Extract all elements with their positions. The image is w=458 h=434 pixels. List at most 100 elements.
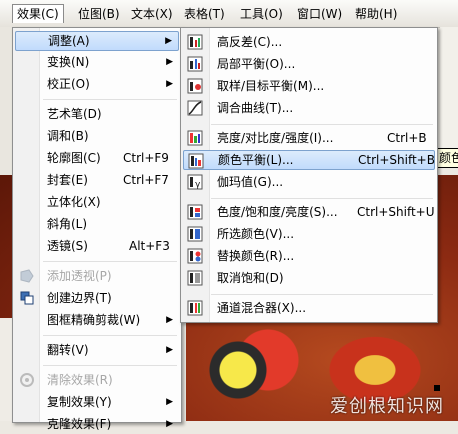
perspective-icon (20, 269, 34, 283)
menu-item-label: 斜角(L) (47, 217, 88, 231)
tone-curve-icon (187, 100, 203, 116)
watermark-text: 爱创根知识网 (330, 396, 444, 417)
menu-item-clone-effect[interactable]: 克隆效果(F) ▶ (15, 414, 179, 434)
shortcut-label: Ctrl+F9 (123, 151, 169, 165)
menu-separator (43, 99, 177, 100)
artwork-graphic (190, 320, 310, 420)
brightness-contrast-icon (187, 130, 203, 146)
submenu-arrow-icon: ▶ (166, 79, 173, 89)
menu-item-label: 调合曲线(T)... (217, 101, 294, 115)
menu-separator (211, 198, 433, 199)
menu-item-label: 取样/目标平衡(M)... (217, 79, 325, 93)
submenu-item-brightness-contrast[interactable]: 亮度/对比度/强度(I)... Ctrl+B (183, 128, 435, 148)
submenu-item-desaturate[interactable]: 取消饱和(D) (183, 268, 435, 288)
menu-item-contour[interactable]: 轮廓图(C) Ctrl+F9 (15, 148, 179, 168)
submenu-arrow-icon: ▶ (166, 315, 173, 325)
menu-effects[interactable]: 效果(C) (12, 4, 64, 23)
menu-text[interactable]: 文本(X) (127, 5, 177, 23)
clear-effect-icon (20, 373, 34, 387)
menu-item-flip[interactable]: 翻转(V) ▶ (15, 340, 179, 360)
menu-item-label: 封套(E) (47, 173, 88, 187)
menu-item-label: 局部平衡(O)... (217, 57, 296, 71)
menu-item-transform[interactable]: 变换(N) ▶ (15, 52, 179, 72)
menu-item-label: 轮廓图(C) (47, 151, 101, 165)
replace-color-icon (187, 248, 203, 264)
submenu-item-channel-mixer[interactable]: 通道混合器(X)... (183, 298, 435, 318)
menu-separator (43, 261, 177, 262)
menu-item-copy-effect[interactable]: 复制效果(Y) ▶ (15, 392, 179, 412)
menu-item-label: 取消饱和(D) (217, 271, 284, 285)
submenu-arrow-icon: ▶ (166, 345, 173, 355)
gamma-icon: γ (187, 174, 203, 190)
submenu-item-tone-curve[interactable]: 调合曲线(T)... (183, 98, 435, 118)
menu-item-label: 克隆效果(F) (47, 417, 112, 431)
menu-item-label: 伽玛值(G)... (217, 175, 284, 189)
high-contrast-icon (187, 34, 203, 50)
menu-item-label: 通道混合器(X)... (217, 301, 307, 315)
menu-item-label: 色度/饱和度/亮度(S)... (217, 205, 338, 219)
submenu-item-local-equalization[interactable]: 局部平衡(O)... (183, 54, 435, 74)
shortcut-label: Ctrl+B (387, 131, 427, 145)
submenu-arrow-icon: ▶ (166, 419, 173, 429)
menu-help[interactable]: 帮助(H) (351, 5, 401, 23)
effects-menu: 调整(A) ▶ 变换(N) ▶ 校正(O) ▶ 艺术笔(D) 调和(B) 轮廓图… (12, 27, 182, 431)
submenu-item-high-contrast[interactable]: 高反差(C)... (183, 32, 435, 52)
menu-item-label: 翻转(V) (47, 343, 89, 357)
submenu-item-gamma[interactable]: γ 伽玛值(G)... (183, 172, 435, 192)
menu-bar: 效果(C) 位图(B) 文本(X) 表格(T) 工具(O) 窗口(W) 帮助(H… (0, 0, 458, 28)
shortcut-label: Alt+F3 (129, 239, 170, 253)
local-equalization-icon (187, 56, 203, 72)
menu-bitmap[interactable]: 位图(B) (74, 5, 124, 23)
submenu-item-selective-color[interactable]: 所选颜色(V)... (183, 224, 435, 244)
submenu-arrow-icon: ▶ (166, 397, 173, 407)
menu-item-blend[interactable]: 调和(B) (15, 126, 179, 146)
submenu-item-color-balance[interactable]: 颜色平衡(L)... Ctrl+Shift+B (183, 150, 435, 170)
menu-item-lens[interactable]: 透镜(S) Alt+F3 (15, 236, 179, 256)
menu-table[interactable]: 表格(T) (180, 5, 229, 23)
menu-item-label: 创建边界(T) (47, 291, 112, 305)
selection-handle[interactable] (434, 385, 440, 391)
submenu-item-sample-target-balance[interactable]: 取样/目标平衡(M)... (183, 76, 435, 96)
menu-item-label: 所选颜色(V)... (217, 227, 295, 241)
channel-mixer-icon (187, 300, 203, 316)
menu-item-label: 高反差(C)... (217, 35, 283, 49)
menu-item-label: 替换颜色(R)... (217, 249, 295, 263)
menu-item-powerclip[interactable]: 图框精确剪裁(W) ▶ (15, 310, 179, 330)
menu-item-artistic-media[interactable]: 艺术笔(D) (15, 104, 179, 124)
menu-item-extrude[interactable]: 立体化(X) (15, 192, 179, 212)
menu-item-label: 图框精确剪裁(W) (47, 313, 141, 327)
sample-target-balance-icon (187, 78, 203, 94)
menu-separator (211, 294, 433, 295)
menu-window[interactable]: 窗口(W) (293, 5, 346, 23)
desaturate-icon (187, 270, 203, 286)
menu-item-label: 亮度/对比度/强度(I)... (217, 131, 334, 145)
menu-item-bevel[interactable]: 斜角(L) (15, 214, 179, 234)
tooltip: 颜色 (436, 148, 458, 168)
menu-tools[interactable]: 工具(O) (236, 5, 287, 23)
submenu-item-replace-color[interactable]: 替换颜色(R)... (183, 246, 435, 266)
menu-item-label: 调和(B) (47, 129, 89, 143)
menu-separator (43, 335, 177, 336)
boundary-icon (20, 291, 34, 305)
menu-item-create-boundary[interactable]: 创建边界(T) (15, 288, 179, 308)
menu-item-label: 校正(O) (47, 77, 90, 91)
submenu-arrow-icon: ▶ (166, 57, 173, 67)
menu-item-label: 艺术笔(D) (47, 107, 102, 121)
submenu-item-hue-saturation-lightness[interactable]: 色度/饱和度/亮度(S)... Ctrl+Shift+U (183, 202, 435, 222)
menu-item-label: 透镜(S) (47, 239, 88, 253)
color-balance-icon (188, 153, 204, 169)
menu-item-label: 复制效果(Y) (47, 395, 112, 409)
menu-item-adjust[interactable]: 调整(A) ▶ (15, 31, 179, 51)
adjust-submenu: 高反差(C)... 局部平衡(O)... 取样/目标平衡(M)... 调合曲线(… (180, 27, 438, 323)
menu-item-label: 调整(A) (48, 34, 90, 48)
menu-item-add-perspective[interactable]: 添加透视(P) (15, 266, 179, 286)
shortcut-label: Ctrl+Shift+B (358, 153, 435, 167)
menu-item-correct[interactable]: 校正(O) ▶ (15, 74, 179, 94)
right-toolbar-strip (440, 27, 458, 167)
menu-item-envelope[interactable]: 封套(E) Ctrl+F7 (15, 170, 179, 190)
shortcut-label: Ctrl+Shift+U (357, 205, 435, 219)
menu-separator (211, 124, 433, 125)
shortcut-label: Ctrl+F7 (123, 173, 169, 187)
menu-item-label: 变换(N) (47, 55, 90, 69)
menu-item-clear-effect[interactable]: 清除效果(R) (15, 370, 179, 390)
